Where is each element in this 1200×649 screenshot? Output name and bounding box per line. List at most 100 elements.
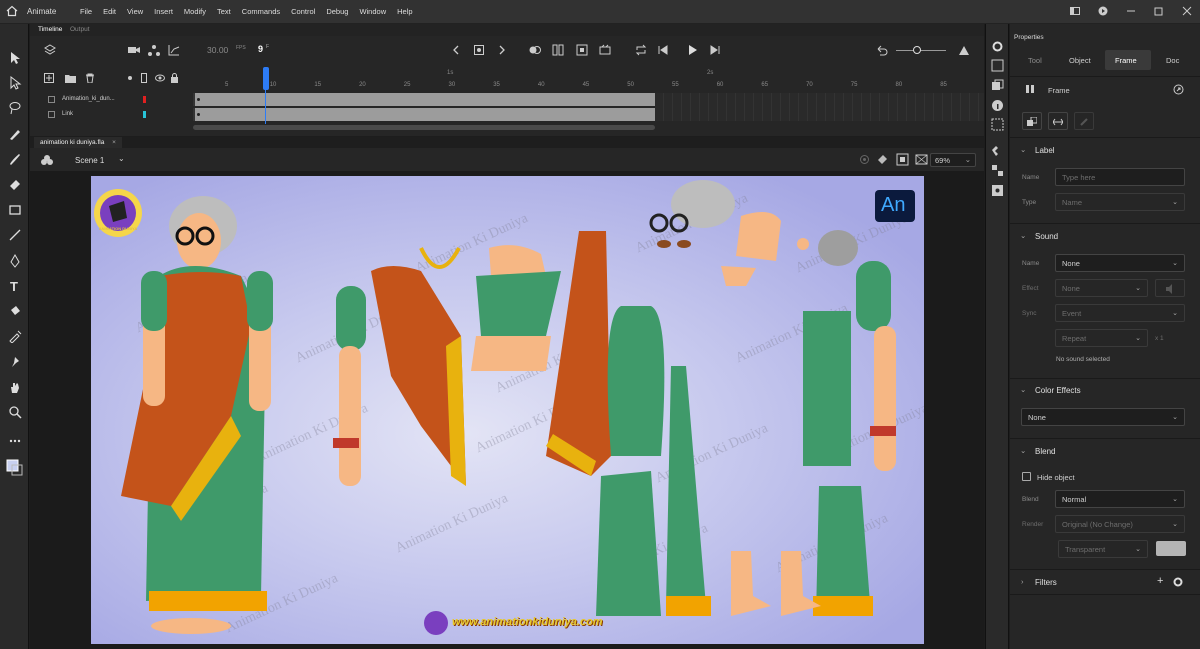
layer-row[interactable]: Animation_ki_dun... [30,94,192,105]
outline-layers-icon[interactable] [141,73,147,83]
next-icon[interactable] [496,44,508,56]
menu-insert[interactable]: Insert [154,7,173,16]
center-stage-icon[interactable] [859,154,870,165]
menu-edit[interactable]: Edit [103,7,116,16]
current-frame[interactable]: 9 [258,44,263,54]
new-folder-icon[interactable] [65,73,76,83]
blend-chevron-icon[interactable]: ⌄ [1020,446,1026,455]
color-effects-chevron-icon[interactable]: ⌄ [1020,385,1026,394]
document-tab[interactable]: animation ki duniya.fla × [34,137,122,148]
frame-span[interactable] [193,108,655,121]
edit-sound-envelope-button[interactable] [1155,279,1185,297]
filters-chevron-icon[interactable]: › [1021,577,1024,586]
menu-commands[interactable]: Commands [242,7,280,16]
clip-content-icon[interactable] [896,153,909,166]
align-panel-icon[interactable] [991,118,1004,131]
tab-output[interactable]: Output [70,26,90,33]
tab-doc[interactable]: Doc [1166,56,1179,65]
center-frame-icon[interactable] [576,44,588,56]
text-tool-icon[interactable]: T [8,279,22,294]
highlight-layers-icon[interactable] [155,73,165,83]
sound-repeat-count[interactable]: x 1 [1155,335,1164,342]
selection-tool-icon[interactable] [8,51,22,65]
layer-name[interactable]: Link [62,111,73,117]
fps-value[interactable]: 30.00 [207,45,228,55]
undo-icon[interactable] [876,44,888,56]
onion-skin-icon[interactable] [528,44,542,56]
timeline-zoom-slider[interactable] [896,50,946,51]
layer-row[interactable]: Link [30,109,192,120]
stage[interactable]: Animation Ki Duniya Animation Ki Duniya An… [91,176,924,644]
home-icon[interactable] [6,5,18,17]
sound-name-select[interactable]: None ⌄ [1055,254,1185,272]
empty-frames[interactable] [655,93,984,121]
layer-color[interactable] [143,96,146,103]
frames-grid[interactable]: 5 10 15 20 25 30 35 40 45 50 55 60 65 70 75 80 85 1s 2s [193,64,984,136]
zoom-select[interactable]: 69% ⌄ [930,153,976,167]
more-tools-icon[interactable] [8,434,22,448]
graph-icon[interactable] [168,44,180,56]
filters-section[interactable]: Filters [1035,578,1057,587]
zoom-tool-icon[interactable] [8,405,22,419]
eyedropper-tool-icon[interactable] [8,329,22,344]
fit-stage-icon[interactable] [915,153,928,166]
paint-brush-tool-icon[interactable] [8,127,22,141]
loop-icon[interactable] [635,44,647,56]
tab-tool[interactable]: Tool [1028,56,1042,65]
background-color-swatch[interactable] [1156,541,1186,556]
timeline-scrollbar[interactable] [193,125,655,130]
hand-tool-icon[interactable] [8,380,22,394]
color-effects-section[interactable]: Color Effects [1035,386,1081,395]
tab-object[interactable]: Object [1069,56,1091,65]
eraser-tool-icon[interactable] [8,177,22,191]
sound-repeat-select[interactable]: Repeat ⌄ [1055,329,1148,347]
assets-panel-icon[interactable] [991,79,1004,92]
menu-help[interactable]: Help [397,7,412,16]
first-frame-icon[interactable] [657,44,669,56]
label-type-select[interactable]: Name ⌄ [1055,193,1185,211]
last-frame-icon[interactable] [709,44,721,56]
frame-span[interactable] [193,93,655,106]
lasso-tool-icon[interactable] [8,101,22,115]
subselection-tool-icon[interactable] [8,75,22,90]
components-panel-icon[interactable] [991,184,1004,197]
new-layer-icon[interactable] [44,73,54,83]
transparent-select[interactable]: Transparent ⌄ [1058,540,1148,558]
close-icon[interactable] [1182,6,1192,16]
tab-frame[interactable]: Frame [1115,56,1137,65]
menu-text[interactable]: Text [217,7,231,16]
menu-control[interactable]: Control [291,7,315,16]
menu-window[interactable]: Window [359,7,386,16]
properties-panel-icon[interactable] [991,40,1004,53]
color-effect-select[interactable]: None ⌄ [1021,408,1185,426]
render-select[interactable]: Original (No Change) ⌄ [1055,515,1185,533]
camera-icon[interactable] [128,45,140,55]
swap-button[interactable] [1022,112,1042,130]
workspace-icon[interactable] [1070,6,1080,16]
label-section[interactable]: Label [1035,146,1055,155]
menu-file[interactable]: File [80,7,92,16]
tab-timeline[interactable]: Timeline [38,26,62,33]
zoom-fit-icon[interactable] [958,44,970,56]
link-button[interactable] [1074,112,1094,130]
sound-sync-select[interactable]: Event ⌄ [1055,304,1185,322]
scene-dropdown-icon[interactable]: ⌄ [118,154,125,163]
scene-name[interactable]: Scene 1 [75,156,104,165]
close-tab-icon[interactable]: × [112,139,116,146]
play-icon[interactable] [686,44,698,56]
label-chevron-icon[interactable]: ⌄ [1020,145,1026,154]
minimize-icon[interactable] [1126,6,1136,16]
color-swatch-icon[interactable] [5,456,25,476]
pin-tool-icon[interactable] [8,355,22,369]
add-filter-icon[interactable]: + [1157,575,1163,587]
clip-icon[interactable] [599,44,611,56]
frame-ruler[interactable]: 5 10 15 20 25 30 35 40 45 50 55 60 65 70 75 80 85 1s 2s [193,70,984,92]
info-panel-icon[interactable] [991,99,1004,112]
library-panel-icon[interactable] [991,59,1004,72]
pen-tool-icon[interactable] [8,253,22,268]
sound-effect-select[interactable]: None ⌄ [1055,279,1148,297]
restore-icon[interactable] [1154,6,1164,16]
delete-layer-icon[interactable] [85,73,95,83]
menu-modify[interactable]: Modify [184,7,206,16]
layer-color[interactable] [143,111,146,118]
